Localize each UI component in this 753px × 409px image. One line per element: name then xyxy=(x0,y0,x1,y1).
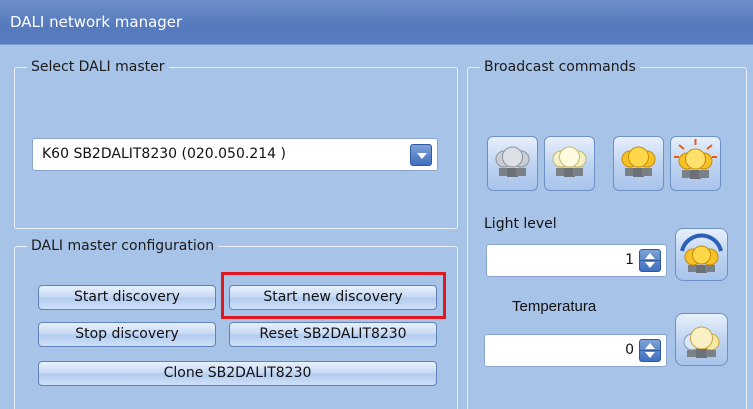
temperatura-input[interactable]: 0 xyxy=(484,334,667,367)
bulbs-max-icon xyxy=(621,146,656,177)
light-level-label: Light level xyxy=(484,216,557,232)
dali-network-manager-window: DALI network manager Select DALI master … xyxy=(0,0,753,409)
stop-discovery-button[interactable]: Stop discovery xyxy=(38,322,216,347)
bulb-off-button[interactable] xyxy=(487,136,538,191)
temperatura-value: 0 xyxy=(625,342,634,358)
window-title: DALI network manager xyxy=(0,0,753,45)
select-master-legend: Select DALI master xyxy=(31,59,165,75)
arrow-down-icon[interactable] xyxy=(645,262,655,268)
light-level-spinner[interactable] xyxy=(639,249,661,272)
master-select-value: K60 SB2DALIT8230 (020.050.214 ) xyxy=(42,146,286,162)
highlight-box xyxy=(221,272,446,319)
temperature-apply-icon xyxy=(683,326,720,358)
temperature-apply-button[interactable] xyxy=(675,313,728,366)
light-level-value: 1 xyxy=(625,252,634,268)
clone-master-button[interactable]: Clone SB2DALIT8230 xyxy=(38,361,437,386)
arrow-down-icon[interactable] xyxy=(645,352,655,358)
window-body: Select DALI master K60 SB2DALIT8230 (020… xyxy=(0,45,753,409)
master-select-dropdown[interactable]: K60 SB2DALIT8230 (020.050.214 ) xyxy=(32,138,438,171)
bulb-off-icon xyxy=(495,146,530,177)
bulbs-bright-button[interactable] xyxy=(670,136,721,191)
master-config-legend: DALI master configuration xyxy=(31,238,215,254)
bulb-on-icon xyxy=(552,146,587,177)
bulbs-bright-icon xyxy=(674,139,717,179)
broadcast-legend: Broadcast commands xyxy=(484,59,636,75)
start-discovery-button[interactable]: Start discovery xyxy=(38,285,216,310)
arrow-up-icon[interactable] xyxy=(645,343,655,349)
temperatura-label: Temperatura xyxy=(512,298,597,315)
bulbs-max-button[interactable] xyxy=(613,136,664,191)
temperatura-spinner[interactable] xyxy=(639,339,661,362)
light-level-apply-icon xyxy=(680,233,723,273)
arrow-up-icon[interactable] xyxy=(645,253,655,259)
reset-master-button[interactable]: Reset SB2DALIT8230 xyxy=(229,322,437,347)
light-level-apply-button[interactable] xyxy=(675,228,728,281)
light-level-input[interactable]: 1 xyxy=(486,244,667,277)
chevron-down-icon[interactable] xyxy=(410,144,432,166)
bulb-on-button[interactable] xyxy=(544,136,595,191)
